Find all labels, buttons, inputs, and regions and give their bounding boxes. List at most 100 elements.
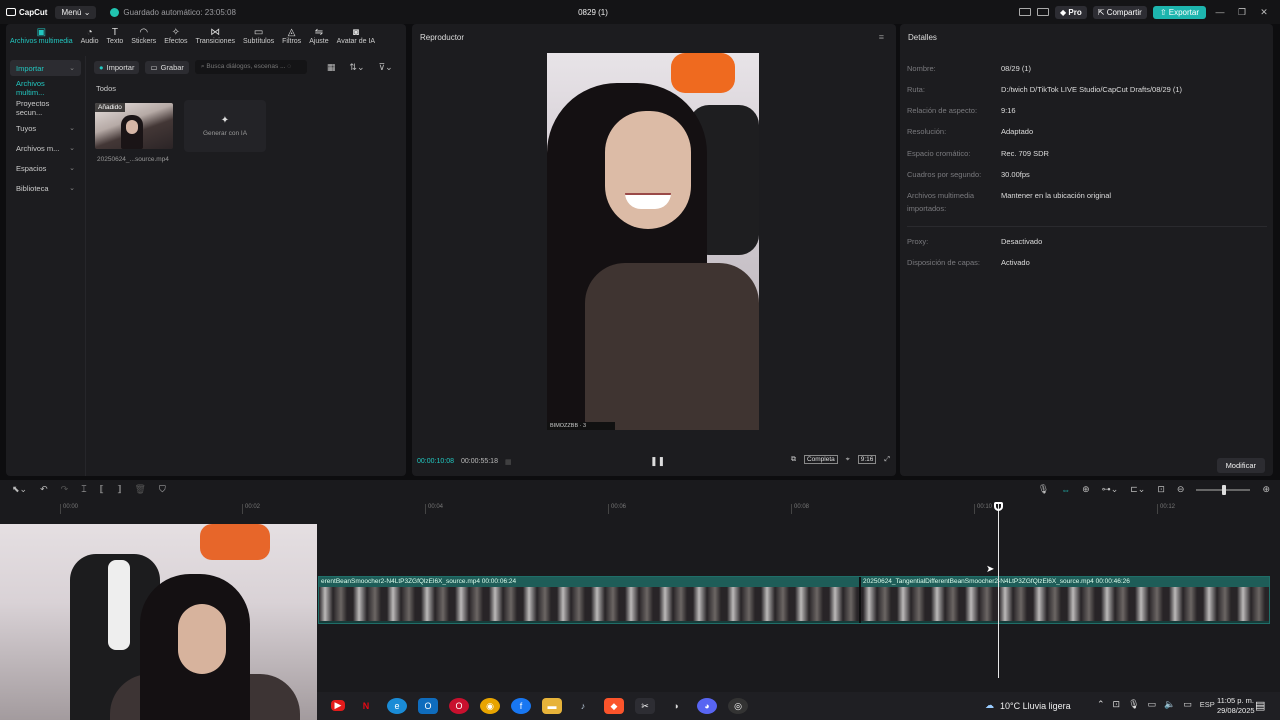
volume-icon[interactable]: 🔈 bbox=[1164, 699, 1175, 710]
detail-value: Activado bbox=[1001, 258, 1030, 267]
tool-media[interactable]: ▣ Archivos multimedia bbox=[6, 24, 77, 52]
detail-row: Nombre: 08/29 (1) bbox=[907, 62, 1267, 75]
tool-text[interactable]: T Texto bbox=[103, 24, 128, 52]
tool-sticker[interactable]: ◠ Stickers bbox=[127, 24, 160, 52]
playhead[interactable] bbox=[998, 502, 999, 678]
notification-icon[interactable]: ▤ bbox=[1255, 699, 1265, 712]
sort-icon[interactable]: ⇅⌄ bbox=[349, 62, 364, 73]
sidebar-item[interactable]: Tuyos ⌄ bbox=[10, 120, 81, 136]
split-icon[interactable]: ⌶ bbox=[81, 484, 86, 495]
pause-button[interactable]: ❚❚ bbox=[650, 456, 665, 467]
sidebar-item[interactable]: Espacios ⌄ bbox=[10, 160, 81, 176]
tool-effects[interactable]: ✧ Efectos bbox=[160, 24, 191, 52]
snapshot-icon[interactable]: ⌖ bbox=[846, 456, 850, 464]
snap-icon[interactable]: ⊏⌄ bbox=[1130, 484, 1145, 495]
outlook-icon[interactable]: O bbox=[418, 698, 438, 714]
magnet-icon[interactable]: ⊶⌄ bbox=[1102, 484, 1119, 495]
network-icon[interactable]: ▭ bbox=[1148, 699, 1157, 710]
tool-label: Avatar de IA bbox=[336, 38, 376, 45]
sidebar-item[interactable]: Archivos m... ⌄ bbox=[10, 140, 81, 156]
app-icon[interactable]: ◑ bbox=[666, 698, 686, 714]
zoom-slider[interactable] bbox=[1196, 484, 1251, 495]
opera-icon[interactable]: O bbox=[449, 698, 469, 714]
video-preview[interactable]: BIMOZZBB · 3 bbox=[547, 53, 759, 430]
filter-icon[interactable]: ⊽⌄ bbox=[379, 62, 393, 73]
playhead-handle[interactable] bbox=[994, 502, 1003, 511]
tool-subtitles[interactable]: ▭ Subtítulos bbox=[239, 24, 278, 52]
layout-icon[interactable] bbox=[1019, 8, 1032, 16]
video-track[interactable]: erentBeanSmoocher2-N4LtP3ZGfQlzEl6X_sour… bbox=[318, 576, 1270, 624]
timecode-icon[interactable]: ▦ bbox=[505, 458, 512, 466]
chrome-icon[interactable]: ◉ bbox=[480, 698, 500, 714]
mic-tray-icon[interactable]: 🎙 bbox=[1128, 699, 1139, 710]
facebook-icon[interactable]: f bbox=[511, 698, 531, 714]
tool-audio[interactable]: ◔ Audio bbox=[77, 24, 103, 52]
tools-row: ▣ Archivos multimedia ◔ Audio T Texto ◠ Sticker… bbox=[6, 24, 406, 52]
link-icon[interactable]: ⇔ bbox=[1061, 485, 1070, 495]
obs-icon[interactable]: ◎ bbox=[728, 698, 748, 714]
brave-icon[interactable]: ◆ bbox=[604, 698, 624, 714]
fullscreen-icon[interactable]: ⤢ bbox=[884, 456, 890, 464]
caption-icon[interactable]: ⊡ bbox=[1157, 484, 1165, 495]
tiktok-live-icon[interactable]: ♪ bbox=[573, 698, 593, 714]
shield-icon[interactable]: ⛉ bbox=[159, 484, 166, 495]
delete-icon[interactable]: 🗑 bbox=[135, 484, 146, 495]
system-tray[interactable]: ⌃ ⊡ 🎙 ▭ 🔈 ▭ ESP bbox=[1097, 699, 1215, 710]
sidebar-item[interactable]: Archivos multim... bbox=[10, 79, 81, 97]
weather-widget[interactable]: ☁ 10°C Lluvia ligera bbox=[985, 700, 1071, 711]
redo-icon[interactable]: ↷ bbox=[61, 484, 69, 495]
tool-transitions[interactable]: ⋈ Transiciones bbox=[192, 24, 239, 52]
tool-filters[interactable]: ◬ Filtros bbox=[278, 24, 305, 52]
sidebar-item[interactable]: Importar ⌄ bbox=[10, 60, 81, 76]
detail-row: Ruta: D:/twich D/TikTok LIVE Studio/CapCu… bbox=[907, 83, 1267, 96]
tool-adjust[interactable]: ⇋ Ajuste bbox=[305, 24, 332, 52]
netflix-icon[interactable]: N bbox=[356, 698, 376, 714]
player-menu-icon[interactable]: ≡ bbox=[879, 32, 884, 42]
battery-icon[interactable]: ▭ bbox=[1183, 699, 1192, 710]
shortcuts-icon[interactable] bbox=[1037, 8, 1050, 16]
edge-icon[interactable]: e bbox=[387, 698, 407, 714]
clip-2-label[interactable]: 20250624_TangentialDifferentBeanSmoocher… bbox=[861, 577, 1269, 587]
import-button[interactable]: ● Importar bbox=[94, 60, 140, 74]
undo-icon[interactable]: ↶ bbox=[40, 484, 48, 495]
menu-button[interactable]: Menú ⌄ bbox=[55, 5, 97, 19]
detail-value: Desactivado bbox=[1001, 237, 1043, 246]
zoom-out-icon[interactable]: ⊖ bbox=[1177, 484, 1185, 495]
close-icon[interactable]: ✕ bbox=[1256, 7, 1272, 18]
view-grid-icon[interactable]: ▦ bbox=[327, 62, 336, 73]
language-indicator[interactable]: ESP bbox=[1200, 700, 1215, 709]
sidebar-item[interactable]: Biblioteca ⌄ bbox=[10, 180, 81, 196]
maximize-icon[interactable]: ❐ bbox=[1234, 7, 1250, 18]
pro-button[interactable]: ◆ Pro bbox=[1055, 5, 1087, 19]
generate-ai-card[interactable]: ✦ Generar con IA bbox=[184, 100, 266, 152]
preview-axis-icon[interactable]: ⊕ bbox=[1082, 484, 1090, 495]
select-tool-icon[interactable]: ⬉⌄ bbox=[12, 484, 27, 495]
trim-right-icon[interactable]: ⟧ bbox=[117, 484, 121, 495]
search-input[interactable]: ⌕ Busca diálogos, escenas ... ◌ bbox=[194, 60, 307, 74]
zoom-in-icon[interactable]: ⊕ bbox=[1262, 484, 1270, 495]
tool-ai-avatar[interactable]: ◙ Avatar de IA bbox=[333, 24, 379, 52]
youtube-icon[interactable]: ▶ bbox=[331, 700, 345, 711]
sidebar-item[interactable]: Proyectos secun... bbox=[10, 99, 81, 117]
clock[interactable]: 11:05 p. m. 29/08/2025 bbox=[1217, 696, 1255, 716]
trim-left-icon[interactable]: ⟦ bbox=[100, 484, 104, 495]
ratio-button[interactable]: 9:16 bbox=[857, 455, 877, 464]
transitions-icon: ⋈ bbox=[210, 27, 221, 38]
discord-icon[interactable]: ◕ bbox=[697, 698, 717, 714]
quality-button[interactable]: Completa bbox=[803, 455, 838, 464]
record-button[interactable]: ▭ Grabar bbox=[145, 60, 189, 74]
minimize-icon[interactable]: — bbox=[1212, 7, 1228, 17]
export-button[interactable]: ⇧ Exportar bbox=[1152, 5, 1206, 19]
chevron-up-icon[interactable]: ⌃ bbox=[1097, 699, 1105, 710]
clip-1-label[interactable]: erentBeanSmoocher2-N4LtP3ZGfQlzEl6X_sour… bbox=[319, 577, 859, 587]
camera-icon[interactable]: ⊡ bbox=[1113, 699, 1121, 710]
mic-icon[interactable]: 🎙 bbox=[1038, 484, 1049, 495]
mouse-cursor-icon: ➤ bbox=[986, 564, 995, 575]
media-clip-thumbnail[interactable]: Añadido bbox=[95, 103, 173, 149]
capcut-taskbar-icon[interactable]: ✂ bbox=[635, 698, 655, 714]
modify-button[interactable]: Modificar bbox=[1216, 458, 1265, 473]
time-ruler[interactable]: 00:00 00:02 00:04 00:06 00:08 00:10 00:12 bbox=[0, 504, 1280, 518]
share-button[interactable]: ⇱ Compartir bbox=[1092, 5, 1147, 19]
folder-icon[interactable]: ▬ bbox=[542, 698, 562, 714]
crop-icon[interactable]: ⧉ bbox=[791, 456, 796, 464]
